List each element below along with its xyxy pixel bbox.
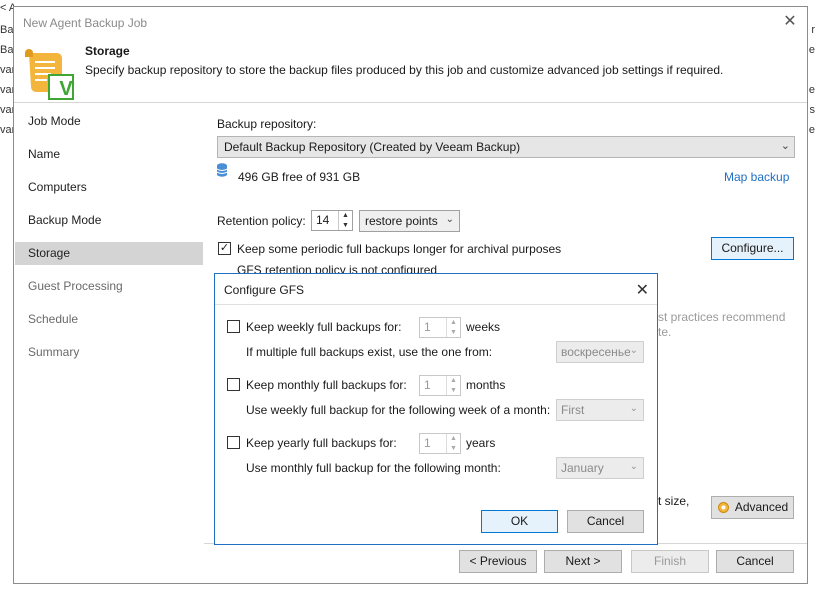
chevron-down-icon: ⌄ bbox=[629, 403, 638, 414]
up-arrow-icon[interactable]: ▲ bbox=[339, 211, 352, 221]
chevron-down-icon: ⌄ bbox=[629, 461, 638, 472]
background-text: s bbox=[809, 104, 815, 116]
stepper-buttons[interactable]: ▲ ▼ bbox=[446, 318, 460, 337]
step-description: Specify backup repository to store the b… bbox=[85, 63, 724, 77]
yearly-label: Keep yearly full backups for: bbox=[246, 436, 397, 450]
nav-item-computers[interactable]: Computers bbox=[15, 176, 203, 199]
yearly-value: 1 bbox=[424, 436, 431, 450]
up-arrow-icon[interactable]: ▲ bbox=[447, 434, 460, 444]
database-icon bbox=[217, 163, 227, 177]
weekly-day-value: воскресенье bbox=[561, 345, 631, 359]
hidden-info-text: t size, bbox=[658, 494, 690, 508]
dialog-title: Configure GFS bbox=[224, 283, 305, 297]
weekly-label: Keep weekly full backups for: bbox=[246, 320, 402, 334]
wizard-step-list: Job Mode Name Computers Backup Mode Stor… bbox=[14, 103, 204, 585]
retention-unit-value: restore points bbox=[365, 214, 438, 228]
gear-icon bbox=[718, 502, 729, 513]
background-text: Ba bbox=[0, 44, 14, 56]
down-arrow-icon[interactable]: ▼ bbox=[339, 221, 352, 231]
yearly-month-value: January bbox=[561, 461, 604, 475]
window-titlebar: New Agent Backup Job ✕ bbox=[14, 7, 807, 37]
background-app-right-edge: r e e s e bbox=[807, 0, 815, 140]
gfs-checkbox[interactable]: ✓ bbox=[218, 242, 231, 255]
hidden-info-text: te. bbox=[658, 325, 672, 339]
monthly-stepper[interactable]: 1 ▲ ▼ bbox=[419, 375, 461, 396]
background-text: e bbox=[808, 44, 815, 56]
nav-item-summary[interactable]: Summary bbox=[15, 341, 203, 364]
yearly-checkbox[interactable] bbox=[227, 436, 240, 449]
weekly-unit: weeks bbox=[466, 320, 501, 334]
monthly-label: Keep monthly full backups for: bbox=[246, 378, 407, 392]
retention-points-stepper[interactable]: 14 ▲ ▼ bbox=[311, 210, 353, 231]
chevron-down-icon: ⌄ bbox=[780, 140, 790, 152]
configure-button[interactable]: Configure... bbox=[711, 237, 794, 260]
nav-item-schedule[interactable]: Schedule bbox=[15, 308, 203, 331]
down-arrow-icon[interactable]: ▼ bbox=[447, 386, 460, 396]
advanced-button-label: Advanced bbox=[734, 500, 789, 514]
up-arrow-icon[interactable]: ▲ bbox=[447, 376, 460, 386]
chevron-down-icon: ⌄ bbox=[445, 214, 454, 225]
yearly-stepper[interactable]: 1 ▲ ▼ bbox=[419, 433, 461, 454]
weekly-sub-label: If multiple full backups exist, use the … bbox=[246, 345, 493, 359]
down-arrow-icon[interactable]: ▼ bbox=[447, 328, 460, 338]
background-text: Ba bbox=[0, 24, 14, 36]
stepper-buttons[interactable]: ▲ ▼ bbox=[446, 434, 460, 453]
dialog-title-divider bbox=[215, 304, 657, 305]
monthly-checkbox[interactable] bbox=[227, 378, 240, 391]
retention-points-value: 14 bbox=[316, 213, 330, 227]
monthly-week-select[interactable]: First ⌄ bbox=[556, 399, 644, 421]
close-icon[interactable]: ✕ bbox=[636, 280, 649, 300]
repository-select-value: Default Backup Repository (Created by Ve… bbox=[224, 140, 521, 154]
finish-button[interactable]: Finish bbox=[631, 550, 709, 573]
background-text: e bbox=[808, 124, 815, 136]
next-button[interactable]: Next > bbox=[544, 550, 622, 573]
advanced-button[interactable]: Advanced bbox=[711, 496, 794, 519]
map-backup-link[interactable]: Map backup bbox=[724, 170, 789, 184]
repository-label: Backup repository: bbox=[217, 117, 317, 131]
weekly-day-select[interactable]: воскресенье ⌄ bbox=[556, 341, 644, 363]
monthly-value: 1 bbox=[424, 378, 431, 392]
background-app-left-edge: < A Ba Ba vare vare vare vare bbox=[0, 0, 21, 592]
background-text: e bbox=[808, 84, 815, 96]
free-space-text: 496 GB free of 931 GB bbox=[238, 170, 361, 184]
logo-letter: V bbox=[59, 78, 73, 100]
monthly-week-value: First bbox=[561, 403, 585, 417]
window-title: New Agent Backup Job bbox=[23, 16, 148, 30]
previous-button[interactable]: < Previous bbox=[459, 550, 537, 573]
step-header: V Storage Specify backup repository to s… bbox=[14, 37, 807, 103]
gfs-checkbox-label: Keep some periodic full backups longer f… bbox=[237, 242, 562, 256]
hidden-info-text: st practices recommend bbox=[658, 310, 786, 324]
yearly-month-select[interactable]: January ⌄ bbox=[556, 457, 644, 479]
yearly-sub-label: Use monthly full backup for the followin… bbox=[246, 461, 501, 475]
dialog-cancel-button[interactable]: Cancel bbox=[567, 510, 644, 533]
close-icon[interactable]: ✕ bbox=[781, 13, 799, 31]
weekly-value: 1 bbox=[424, 320, 431, 334]
up-arrow-icon[interactable]: ▲ bbox=[447, 318, 460, 328]
configure-gfs-dialog: Configure GFS ✕ Keep weekly full backups… bbox=[214, 273, 658, 545]
repository-select[interactable]: Default Backup Repository (Created by Ve… bbox=[217, 136, 795, 158]
chevron-down-icon: ⌄ bbox=[629, 345, 638, 356]
monthly-sub-label: Use weekly full backup for the following… bbox=[246, 403, 551, 417]
weekly-checkbox[interactable] bbox=[227, 320, 240, 333]
nav-item-guest-processing[interactable]: Guest Processing bbox=[15, 275, 203, 298]
nav-item-job-mode[interactable]: Job Mode bbox=[15, 110, 203, 133]
stepper-buttons[interactable]: ▲ ▼ bbox=[446, 376, 460, 395]
down-arrow-icon[interactable]: ▼ bbox=[447, 444, 460, 454]
cancel-button[interactable]: Cancel bbox=[716, 550, 794, 573]
background-text: r bbox=[811, 24, 815, 36]
ok-button[interactable]: OK bbox=[481, 510, 558, 533]
yearly-unit: years bbox=[466, 436, 496, 450]
retention-policy-label: Retention policy: bbox=[217, 214, 306, 228]
step-title: Storage bbox=[85, 44, 130, 58]
monthly-unit: months bbox=[466, 378, 506, 392]
nav-item-name[interactable]: Name bbox=[15, 143, 203, 166]
nav-item-backup-mode[interactable]: Backup Mode bbox=[15, 209, 203, 232]
weekly-stepper[interactable]: 1 ▲ ▼ bbox=[419, 317, 461, 338]
retention-unit-select[interactable]: restore points ⌄ bbox=[359, 210, 460, 232]
stepper-buttons[interactable]: ▲ ▼ bbox=[338, 211, 352, 230]
nav-item-storage[interactable]: Storage bbox=[15, 242, 203, 265]
